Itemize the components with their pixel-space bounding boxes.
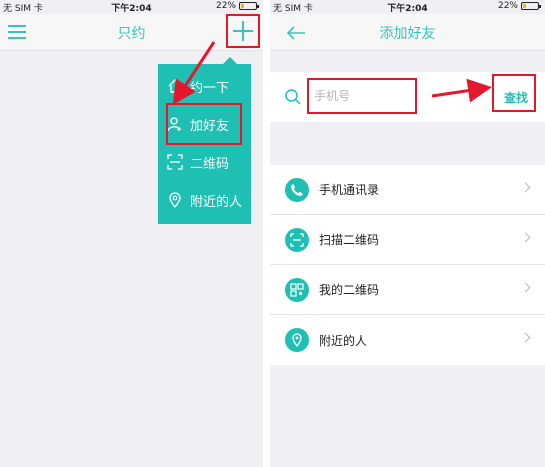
add-button-highlight — [226, 14, 260, 48]
popup-item-label: 附近的人 — [190, 194, 243, 210]
nav-bar: 只约 — [0, 14, 263, 51]
status-bar: 无 SIM 卡 下午2:04 22% — [0, 0, 263, 14]
list-item-label: 我的二维码 — [319, 283, 380, 297]
page-title: 只约 — [117, 26, 146, 42]
status-bar: 无 SIM 卡 下午2:04 22% — [270, 0, 545, 14]
location-pin-icon — [285, 328, 309, 352]
list-item-label: 手机通讯录 — [319, 183, 380, 197]
battery-icon — [521, 2, 541, 10]
scan-icon — [166, 153, 184, 171]
left-screen: 无 SIM 卡 下午2:04 22% 只约 约一下 加好友 二维码 附近的人 — [0, 0, 263, 467]
list-item-label: 扫描二维码 — [319, 233, 380, 247]
list-item-contacts[interactable]: 手机通讯录 — [270, 165, 545, 215]
input-highlight — [307, 78, 417, 114]
location-pin-icon — [166, 191, 184, 209]
popup-item-label: 约一下 — [190, 80, 230, 96]
list-item-my-qrcode[interactable]: 我的二维码 — [270, 265, 545, 315]
chevron-right-icon — [520, 332, 531, 343]
search-icon — [285, 89, 301, 105]
add-friend-highlight — [166, 103, 242, 145]
scan-icon — [285, 227, 309, 252]
search-button-highlight — [492, 74, 536, 112]
chevron-right-icon — [520, 282, 531, 293]
phone-icon — [285, 177, 309, 202]
page-title: 添加好友 — [379, 26, 436, 42]
battery-icon — [239, 2, 259, 10]
battery-percent: 22% — [497, 1, 518, 11]
chevron-right-icon — [520, 232, 531, 243]
add-friend-options: 手机通讯录 扫描二维码 我的二维码 附近的人 — [270, 165, 545, 365]
popup-item-label: 二维码 — [190, 156, 230, 172]
list-item-nearby[interactable]: 附近的人 — [270, 315, 545, 365]
popup-item-yue[interactable]: 约一下 — [158, 68, 251, 104]
nav-bar: 添加好友 — [270, 14, 545, 51]
right-screen: 无 SIM 卡 下午2:04 22% 添加好友 查找 手机通讯录 扫描二维码 — [270, 0, 545, 467]
home-icon — [166, 77, 184, 95]
popup-item-qrcode[interactable]: 二维码 — [158, 144, 251, 180]
battery-percent: 22% — [215, 1, 236, 11]
qrcode-icon — [285, 277, 309, 302]
popup-item-nearby[interactable]: 附近的人 — [158, 182, 251, 218]
list-item-label: 附近的人 — [319, 333, 368, 348]
list-item-scan[interactable]: 扫描二维码 — [270, 215, 545, 265]
chevron-right-icon — [520, 182, 531, 193]
